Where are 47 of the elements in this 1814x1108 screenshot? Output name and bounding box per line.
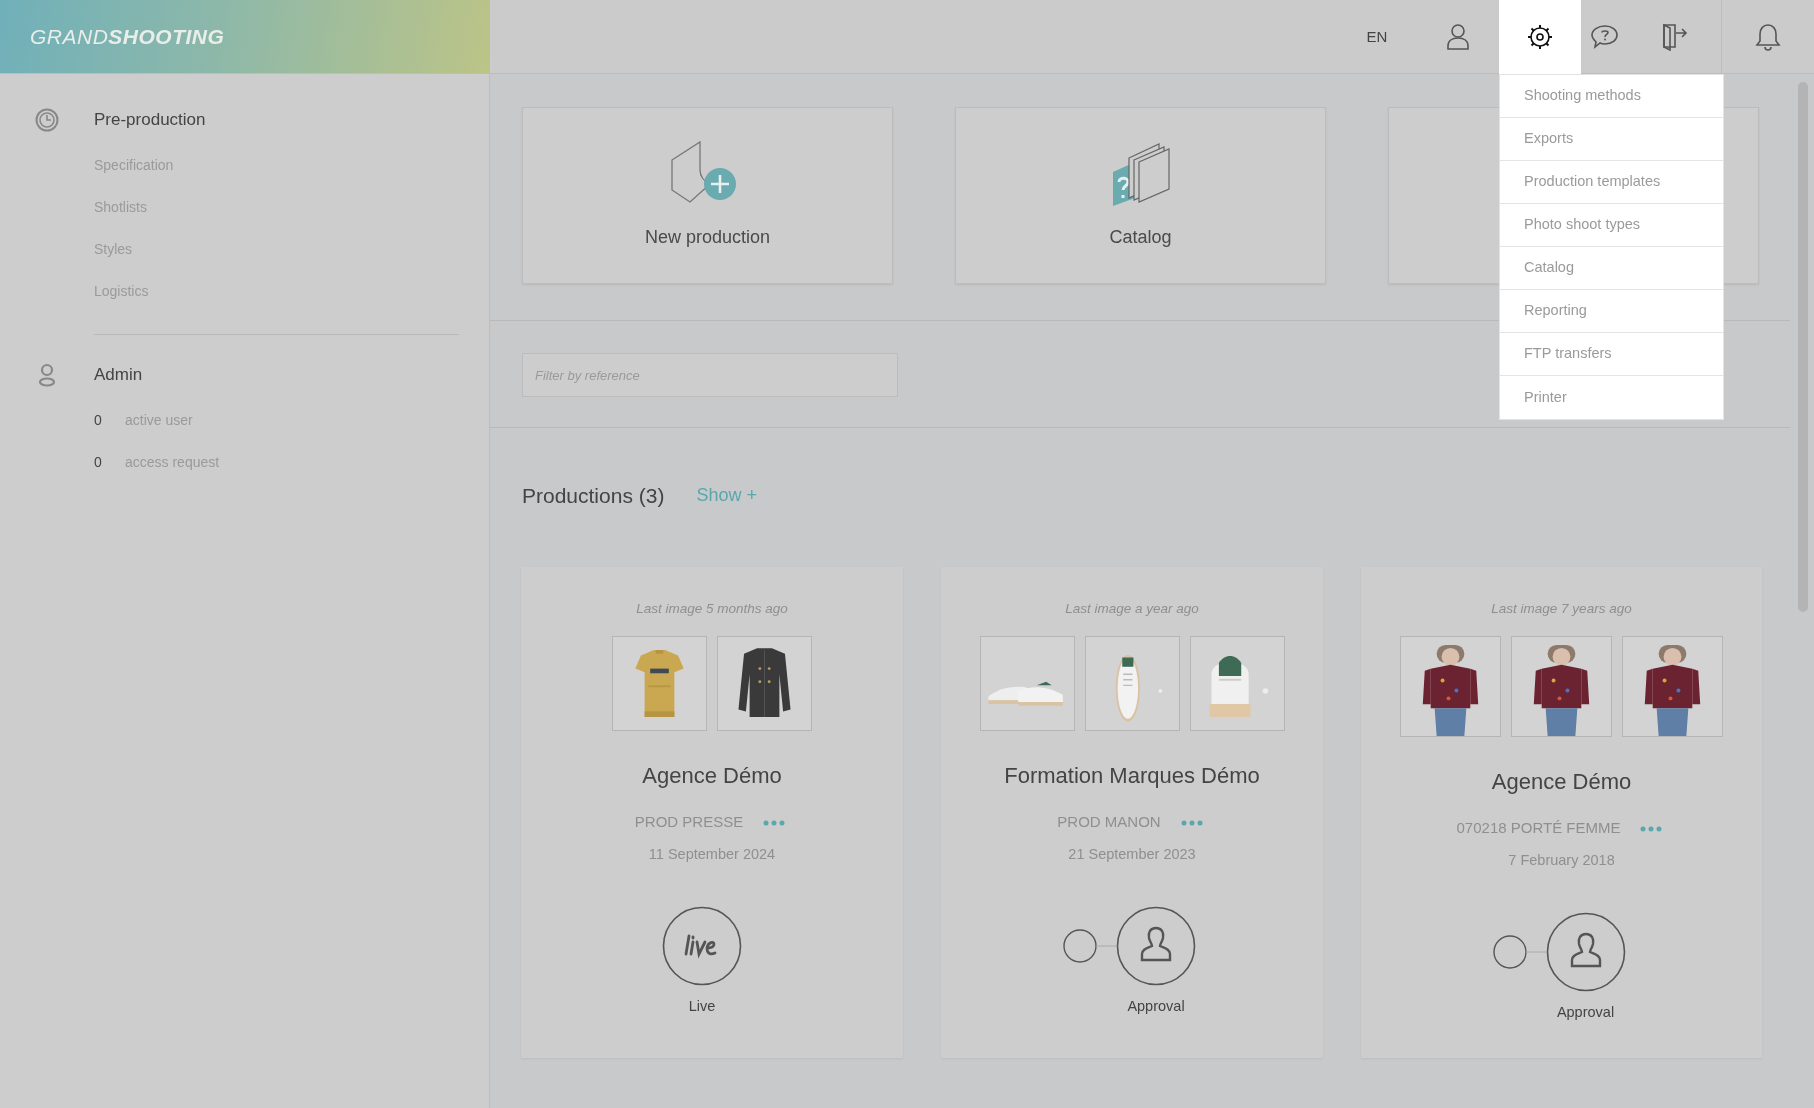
- more-icon: [1640, 825, 1663, 832]
- language-button[interactable]: EN: [1337, 0, 1417, 74]
- client-name: Agence Démo: [1491, 767, 1632, 796]
- section-title[interactable]: Pre-production: [94, 107, 206, 133]
- section-title[interactable]: Admin: [94, 362, 143, 388]
- production-name: PROD PRESSE: [634, 811, 744, 832]
- settings-button[interactable]: [1499, 0, 1581, 74]
- logout-icon: [1662, 23, 1688, 51]
- person-icon: [38, 363, 56, 387]
- production-date: 21 September 2023: [1068, 844, 1196, 864]
- stage-label: Approval: [1556, 1002, 1615, 1022]
- production-card[interactable]: Last image a year ago Formation Marques Démo PROD MANON 21 September 2023 Approval: [941, 566, 1323, 1058]
- person-stage-icon: [1116, 905, 1196, 986]
- more-icon: [1180, 819, 1203, 826]
- tile-card[interactable]: Catalog: [955, 107, 1326, 284]
- stage-label: Approval: [1127, 996, 1185, 1016]
- last-image-text: Last image a year ago: [1065, 599, 1199, 618]
- catalog-icon: [1110, 142, 1171, 208]
- stage-label: Live: [688, 996, 716, 1016]
- tile-label: Catalog: [1109, 226, 1172, 249]
- live-stage-icon: [662, 905, 742, 986]
- production-card[interactable]: Last image 5 months ago Agence Démo PROD PRESSE 11 September 2024 Live: [521, 566, 903, 1058]
- logo: GRANDSHOOTING: [0, 0, 490, 73]
- production-card[interactable]: Last image 7 years ago Agence Démo 070218 PORTÉ FEMME 7 February 2018 Approval: [1361, 566, 1762, 1058]
- step-connector-drawing: [1492, 934, 1546, 969]
- section-heading: Productions (3): [522, 483, 665, 509]
- production-name: 070218 PORTÉ FEMME: [1456, 817, 1621, 838]
- user-icon: [1447, 24, 1469, 50]
- last-image-text: Last image 7 years ago: [1491, 599, 1632, 618]
- tile-card[interactable]: New production: [522, 107, 893, 284]
- client-name: Formation Marques Démo: [1004, 761, 1260, 790]
- counter-value: 0: [94, 452, 103, 472]
- production-date: 11 September 2024: [648, 844, 776, 864]
- last-image-text: Last image 5 months ago: [636, 599, 788, 618]
- step-connector-drawing: [1063, 928, 1116, 963]
- help-icon: [1591, 24, 1619, 50]
- tile-label: New production: [644, 226, 771, 249]
- clock-icon: [35, 108, 59, 132]
- counter-value: 0: [94, 410, 103, 430]
- person-stage-icon: [1545, 911, 1626, 992]
- more-icon: [763, 819, 786, 826]
- production-name: PROD MANON: [1057, 811, 1161, 832]
- settings-icon: [1527, 24, 1553, 50]
- client-name: Agence Démo: [642, 761, 782, 790]
- bell-icon: [1755, 23, 1781, 51]
- production-date: 7 February 2018: [1508, 850, 1615, 870]
- show-more-link[interactable]: Show +: [696, 482, 757, 510]
